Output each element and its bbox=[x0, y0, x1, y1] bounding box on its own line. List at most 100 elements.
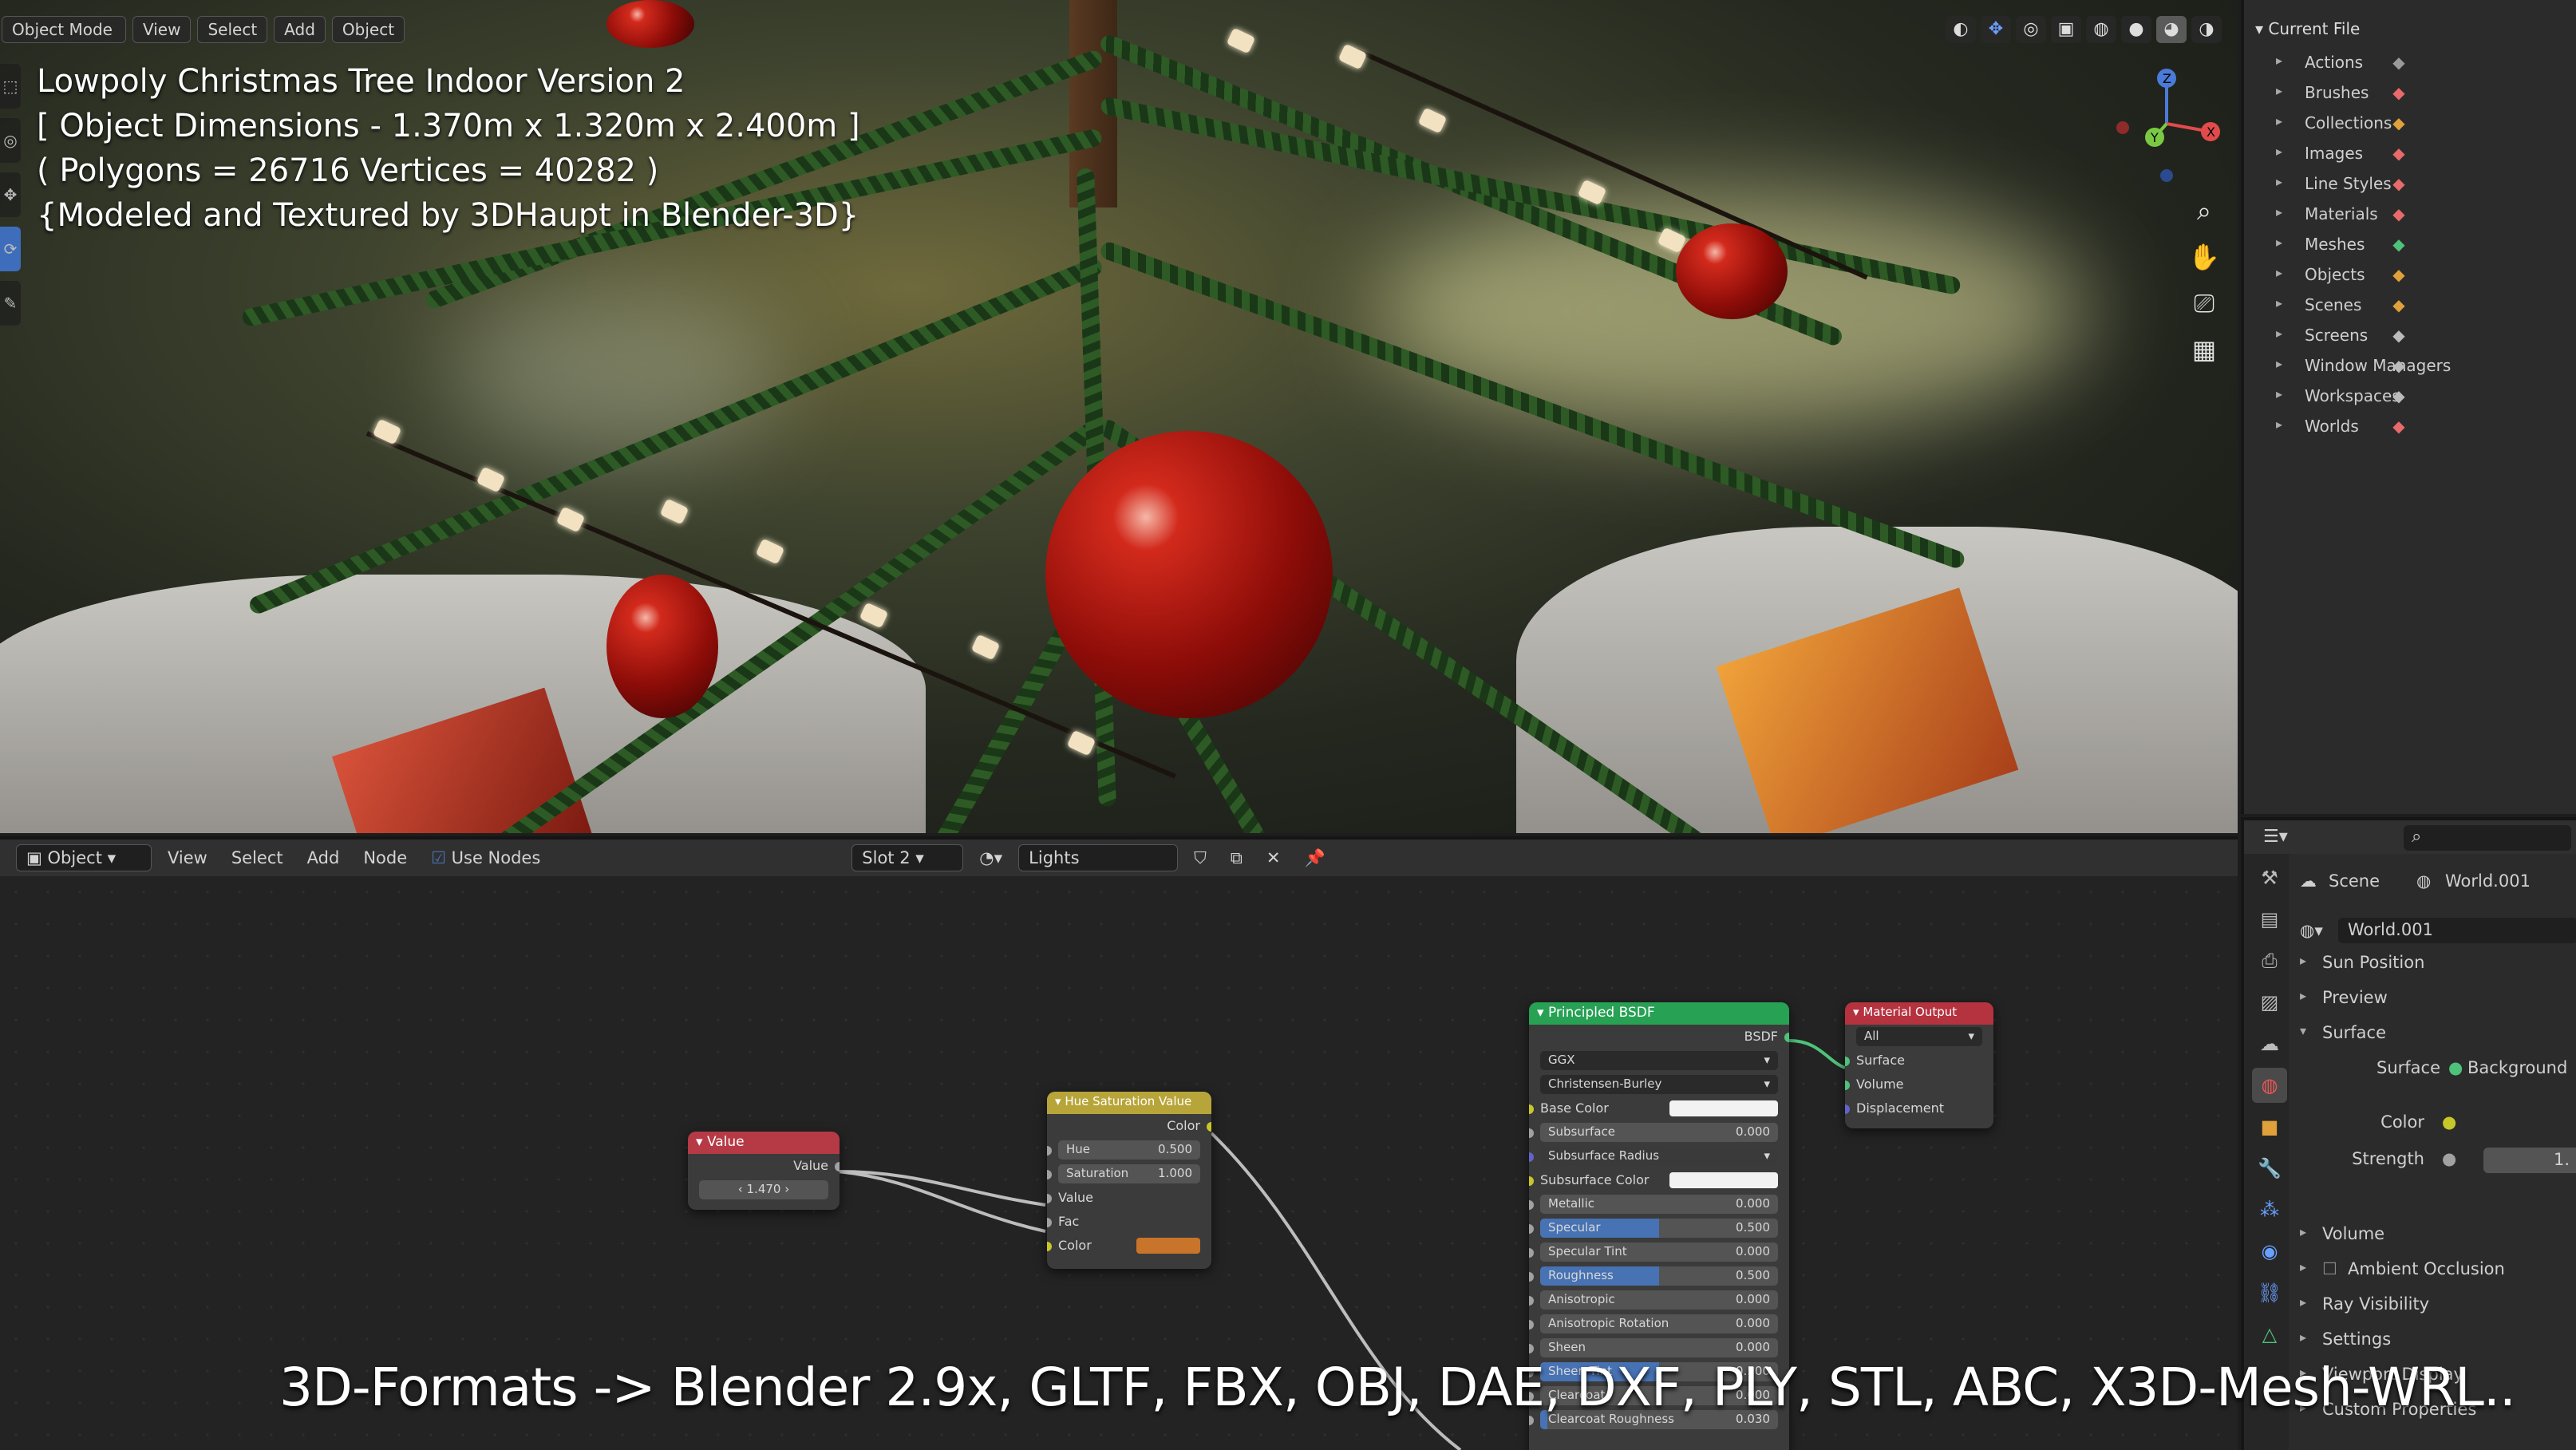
outliner-item[interactable]: ▸ Materials ◆ bbox=[2244, 200, 2576, 230]
properties-panel-header[interactable]: ▾ Surface bbox=[2289, 1023, 2576, 1055]
expand-arrow-icon[interactable]: ▸ bbox=[2276, 326, 2282, 341]
duplicate-material-icon[interactable]: ⧉ bbox=[1223, 845, 1250, 871]
hue-saturation-value-node[interactable]: ▾ Hue Saturation Value Color Hue 0.500 Sa… bbox=[1047, 1092, 1211, 1269]
view-menu[interactable]: View bbox=[132, 16, 192, 43]
bsdf-input-socket[interactable] bbox=[1529, 1128, 1534, 1138]
world-name-field[interactable]: World.001 bbox=[2338, 918, 2576, 943]
use-nodes-checkbox[interactable]: ☑ Use Nodes bbox=[423, 845, 548, 871]
outliner-item[interactable]: ▸ Window Managers ◆ bbox=[2244, 351, 2576, 381]
expand-arrow-icon[interactable]: ▸ bbox=[2276, 235, 2282, 250]
bsdf-input-socket[interactable] bbox=[1529, 1272, 1534, 1282]
constraints-tab-icon[interactable]: ⛓ bbox=[2252, 1275, 2287, 1310]
expand-arrow-icon[interactable]: ▸ bbox=[2276, 174, 2282, 189]
expand-arrow-icon[interactable]: ▸ bbox=[2276, 113, 2282, 128]
hsv-hue-socket[interactable] bbox=[1047, 1146, 1052, 1156]
editor-type-icon[interactable]: ☰▾ bbox=[2263, 827, 2288, 847]
output-displacement-socket[interactable] bbox=[1845, 1104, 1850, 1114]
bsdf-input-socket[interactable] bbox=[1529, 1200, 1534, 1210]
properties-panel-header[interactable]: ▸ ☐ Ambient Occlusion bbox=[2289, 1259, 2576, 1291]
unlink-material-icon[interactable]: ✕ bbox=[1258, 845, 1289, 871]
bsdf-node-title[interactable]: ▾ Principled BSDF bbox=[1529, 1002, 1789, 1025]
tool-tab-icon[interactable]: ⚒ bbox=[2252, 860, 2287, 895]
outliner-item[interactable]: ▸ Worlds ◆ bbox=[2244, 412, 2576, 442]
hsv-color-swatch[interactable] bbox=[1136, 1238, 1200, 1254]
annotate-tool-icon[interactable]: ✎ bbox=[0, 281, 21, 326]
view-layer-tab-icon[interactable]: ▨ bbox=[2252, 985, 2287, 1020]
select-box-tool-icon[interactable]: ⬚ bbox=[0, 64, 21, 109]
color-swatch[interactable] bbox=[1669, 1172, 1778, 1188]
expand-arrow-icon[interactable]: ▸ bbox=[2276, 53, 2282, 68]
object-tab-icon[interactable]: ■ bbox=[2252, 1109, 2287, 1144]
transform-tool-icon[interactable]: ⟳ bbox=[0, 227, 21, 271]
bsdf-input-socket[interactable] bbox=[1529, 1344, 1534, 1353]
outliner-item[interactable]: ▸ Actions ◆ bbox=[2244, 48, 2576, 78]
hsv-value-socket[interactable] bbox=[1047, 1194, 1052, 1203]
output-node-title[interactable]: ▾ Material Output bbox=[1845, 1002, 1993, 1025]
pan-hand-icon[interactable]: ✋ bbox=[2185, 238, 2223, 276]
output-target-dropdown[interactable]: All ▾ bbox=[1856, 1027, 1982, 1046]
outliner-item[interactable]: ▸ Screens ◆ bbox=[2244, 321, 2576, 351]
3d-viewport[interactable]: Object Mode View Select Add Object ⬚ ◎ ✥… bbox=[0, 0, 2238, 833]
gizmo-neg-z[interactable] bbox=[2160, 169, 2173, 182]
outliner-root[interactable]: ▾ Current File bbox=[2255, 19, 2360, 38]
outliner-item[interactable]: ▸ Brushes ◆ bbox=[2244, 78, 2576, 109]
hsv-sat-field[interactable]: Saturation 1.000 bbox=[1058, 1164, 1200, 1183]
outliner-item[interactable]: ▸ Images ◆ bbox=[2244, 139, 2576, 169]
expand-arrow-icon[interactable]: ▸ bbox=[2276, 417, 2282, 432]
object-menu[interactable]: Object bbox=[331, 16, 405, 43]
bsdf-input-field[interactable]: Sheen 0.000 bbox=[1540, 1338, 1778, 1357]
bsdf-input-socket[interactable] bbox=[1529, 1152, 1534, 1162]
breadcrumb-scene[interactable]: Scene bbox=[2329, 871, 2380, 891]
expand-arrow-icon[interactable]: ▸ bbox=[2276, 144, 2282, 159]
material-output-node[interactable]: ▾ Material Output All ▾ Surface Volume Di… bbox=[1845, 1002, 1993, 1128]
bsdf-input-socket[interactable] bbox=[1529, 1296, 1534, 1306]
expand-arrow-icon[interactable]: ▸ bbox=[2276, 265, 2282, 280]
pin-icon[interactable]: 📌 bbox=[1297, 845, 1333, 871]
object-mode-dropdown[interactable]: Object Mode bbox=[2, 16, 126, 43]
physics-tab-icon[interactable]: ◉ bbox=[2252, 1234, 2287, 1269]
value-field[interactable]: ‹ 1.470 › bbox=[699, 1180, 828, 1199]
navigation-gizmo[interactable]: Z X Y bbox=[2107, 64, 2226, 184]
world-tab-icon[interactable]: ◍ bbox=[2252, 1068, 2287, 1103]
material-browse-icon[interactable]: ◔▾ bbox=[971, 845, 1010, 871]
expand-arrow-icon[interactable]: ▸ bbox=[2276, 83, 2282, 98]
grid-perspective-icon[interactable]: ▦ bbox=[2185, 330, 2223, 369]
checkbox-icon[interactable]: ☐ bbox=[2322, 1259, 2337, 1278]
material-shading-icon[interactable]: ◕ bbox=[2156, 16, 2187, 43]
expand-arrow-icon[interactable]: ▸ bbox=[2276, 204, 2282, 219]
material-slot-dropdown[interactable]: Slot 2 ▾ bbox=[851, 844, 964, 871]
bsdf-input-field[interactable]: Specular 0.500 bbox=[1540, 1219, 1778, 1238]
properties-search-input[interactable]: ⌕ bbox=[2404, 825, 2571, 851]
editor-object-dropdown[interactable]: ▣ Object ▾ bbox=[16, 844, 152, 871]
gizmo-toggle-icon[interactable]: ✥ bbox=[1981, 16, 2011, 43]
output-volume-socket[interactable] bbox=[1845, 1081, 1850, 1090]
bsdf-input-field[interactable]: Anisotropic Rotation 0.000 bbox=[1540, 1314, 1778, 1333]
properties-panel-header[interactable]: ▸ Ray Visibility bbox=[2289, 1294, 2576, 1326]
bsdf-output-socket[interactable] bbox=[1784, 1033, 1789, 1042]
rendered-shading-icon[interactable]: ◑ bbox=[2191, 16, 2222, 43]
add-menu[interactable]: Add bbox=[274, 16, 326, 43]
hsv-sat-socket[interactable] bbox=[1047, 1170, 1052, 1179]
outliner-item[interactable]: ▸ Meshes ◆ bbox=[2244, 230, 2576, 260]
hsv-hue-field[interactable]: Hue 0.500 bbox=[1058, 1140, 1200, 1160]
bsdf-input-socket[interactable] bbox=[1529, 1320, 1534, 1329]
node-node-menu[interactable]: Node bbox=[355, 845, 415, 871]
select-menu[interactable]: Select bbox=[197, 16, 268, 43]
breadcrumb-world[interactable]: World.001 bbox=[2445, 871, 2531, 891]
gizmo-neg-x[interactable] bbox=[2116, 121, 2129, 134]
visibility-icon[interactable]: ◐ bbox=[1946, 16, 1976, 43]
bsdf-distribution-dropdown[interactable]: GGX ▾ bbox=[1540, 1051, 1778, 1070]
scene-tab-icon[interactable]: ☁ bbox=[2252, 1026, 2287, 1061]
expand-arrow-icon[interactable]: ▸ bbox=[2276, 295, 2282, 310]
bsdf-input-field[interactable]: Anisotropic 0.000 bbox=[1540, 1290, 1778, 1310]
move-tool-icon[interactable]: ✥ bbox=[0, 172, 21, 217]
properties-panel-header[interactable]: ▸ Sun Position bbox=[2289, 953, 2576, 985]
fake-user-shield-icon[interactable]: ⛉ bbox=[1186, 845, 1215, 871]
node-view-menu[interactable]: View bbox=[160, 845, 215, 871]
value-node[interactable]: ▾ Value Value ‹ 1.470 › bbox=[688, 1132, 840, 1210]
color-swatch[interactable] bbox=[1669, 1100, 1778, 1116]
bsdf-sss-method-dropdown[interactable]: Christensen-Burley ▾ bbox=[1540, 1075, 1778, 1094]
hsv-fac-socket[interactable] bbox=[1047, 1218, 1052, 1227]
value-node-title[interactable]: ▾ Value bbox=[688, 1132, 840, 1154]
hsv-node-title[interactable]: ▾ Hue Saturation Value bbox=[1047, 1092, 1211, 1114]
